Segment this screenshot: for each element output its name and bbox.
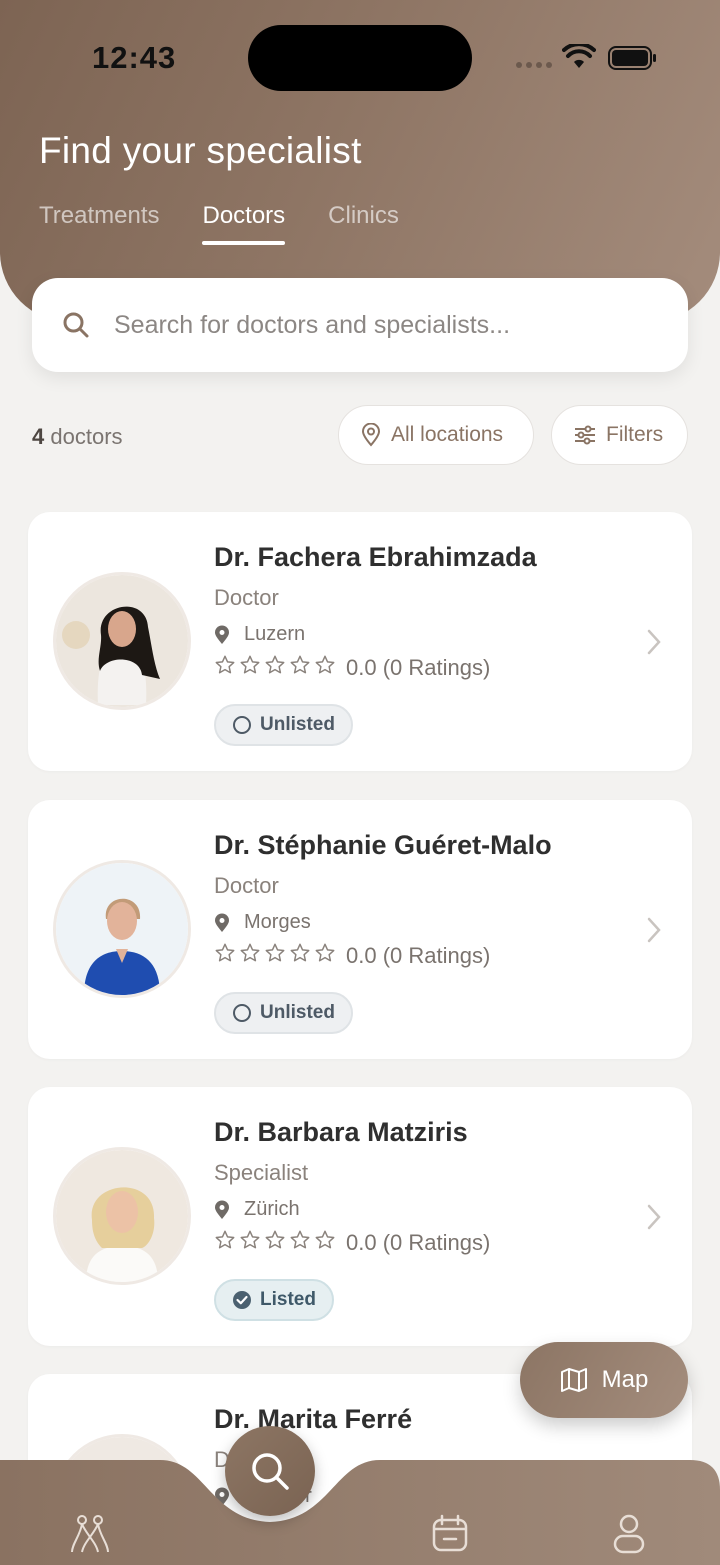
dynamic-island bbox=[248, 25, 472, 91]
star-icon bbox=[264, 942, 286, 970]
status-badge: Listed bbox=[214, 1279, 334, 1321]
doctor-role: Doctor bbox=[214, 873, 279, 898]
result-count: 4 doctors bbox=[32, 424, 123, 450]
star-icon bbox=[239, 1229, 261, 1257]
result-count-label: doctors bbox=[50, 424, 123, 449]
doctor-location-label: Luzern bbox=[244, 623, 306, 645]
avatar bbox=[53, 1147, 191, 1285]
search-input[interactable] bbox=[114, 310, 634, 340]
filters-button[interactable]: Filters bbox=[551, 405, 688, 465]
wifi-icon bbox=[562, 44, 596, 68]
doctor-card[interactable]: Dr. Barbara Matziris Specialist Zürich 0… bbox=[28, 1087, 692, 1346]
battery-icon bbox=[608, 46, 656, 70]
doctor-role: Specialist bbox=[214, 1160, 309, 1185]
search-icon bbox=[63, 312, 89, 338]
status-badge: Unlisted bbox=[214, 704, 353, 746]
avatar bbox=[53, 572, 191, 710]
star-icon bbox=[289, 1229, 311, 1257]
star-rating bbox=[214, 1229, 336, 1257]
doctor-name: Dr. Barbara Matziris bbox=[214, 1117, 468, 1147]
star-icon bbox=[314, 942, 336, 970]
doctor-rating: 0.0 (0 Ratings) bbox=[214, 942, 490, 970]
star-icon bbox=[214, 654, 236, 682]
profile-icon[interactable] bbox=[612, 1514, 646, 1554]
home-icon[interactable] bbox=[68, 1514, 112, 1554]
sliders-icon bbox=[575, 425, 595, 445]
all-locations-button[interactable]: All locations bbox=[338, 405, 534, 465]
signal-icon bbox=[516, 62, 552, 68]
star-icon bbox=[314, 654, 336, 682]
page-title: Find your specialist bbox=[39, 130, 362, 171]
doctor-rating: 0.0 (0 Ratings) bbox=[214, 1229, 490, 1257]
doctor-location-label: Morges bbox=[244, 911, 311, 933]
star-icon bbox=[289, 654, 311, 682]
star-icon bbox=[314, 1229, 336, 1257]
map-button[interactable]: Map bbox=[520, 1342, 688, 1418]
status-badge-label: Unlisted bbox=[260, 714, 335, 735]
map-icon bbox=[560, 1368, 587, 1392]
star-icon bbox=[264, 1229, 286, 1257]
star-icon bbox=[239, 654, 261, 682]
location-pin-icon bbox=[215, 913, 229, 932]
search-bar bbox=[32, 278, 688, 372]
calendar-icon[interactable] bbox=[432, 1514, 468, 1552]
star-rating bbox=[214, 654, 336, 682]
status-badge-label: Listed bbox=[260, 1289, 316, 1310]
rating-text: 0.0 (0 Ratings) bbox=[346, 655, 491, 680]
result-count-number: 4 bbox=[32, 424, 45, 449]
status-time: 12:43 bbox=[92, 40, 177, 75]
all-locations-label: All locations bbox=[391, 423, 504, 446]
chevron-right-icon bbox=[647, 917, 661, 943]
search-fab-button[interactable] bbox=[225, 1426, 315, 1516]
star-icon bbox=[264, 654, 286, 682]
location-pin-icon bbox=[215, 625, 229, 644]
star-icon bbox=[239, 942, 261, 970]
doctor-location: Morges bbox=[214, 911, 311, 934]
location-pin-icon bbox=[215, 1200, 229, 1219]
star-icon bbox=[214, 942, 236, 970]
doctor-name: Dr. Fachera Ebrahimzada bbox=[214, 542, 537, 572]
status-badge-label: Unlisted bbox=[260, 1002, 335, 1023]
chevron-right-icon bbox=[647, 1204, 661, 1230]
check-circle-icon bbox=[233, 1291, 251, 1309]
map-button-label: Map bbox=[601, 1366, 649, 1393]
star-icon bbox=[214, 1229, 236, 1257]
bottom-nav bbox=[0, 1430, 720, 1565]
doctor-card[interactable]: Dr. Stéphanie Guéret-Malo Doctor Morges … bbox=[28, 800, 692, 1059]
star-rating bbox=[214, 942, 336, 970]
doctor-location: Zürich bbox=[214, 1198, 300, 1221]
tab-clinics[interactable]: Clinics bbox=[328, 202, 399, 230]
doctor-location: Luzern bbox=[214, 623, 305, 646]
doctor-role: Doctor bbox=[214, 585, 279, 610]
tab-treatments[interactable]: Treatments bbox=[39, 202, 159, 230]
status-badge: Unlisted bbox=[214, 992, 353, 1034]
search-icon bbox=[252, 1453, 289, 1490]
doctor-name: Dr. Stéphanie Guéret-Malo bbox=[214, 830, 552, 860]
doctor-card[interactable]: Dr. Fachera Ebrahimzada Doctor Luzern 0.… bbox=[28, 512, 692, 771]
rating-text: 0.0 (0 Ratings) bbox=[346, 1230, 491, 1255]
circle-icon bbox=[233, 1004, 251, 1022]
doctor-rating: 0.0 (0 Ratings) bbox=[214, 654, 490, 682]
rating-text: 0.0 (0 Ratings) bbox=[346, 943, 491, 968]
chevron-right-icon bbox=[647, 629, 661, 655]
avatar bbox=[53, 860, 191, 998]
tab-doctors[interactable]: Doctors bbox=[202, 202, 285, 245]
circle-icon bbox=[233, 716, 251, 734]
location-pin-icon bbox=[361, 423, 381, 447]
filters-label: Filters bbox=[606, 423, 664, 446]
tab-bar: Treatments Doctors Clinics bbox=[39, 202, 399, 245]
doctor-location-label: Zürich bbox=[244, 1198, 300, 1220]
star-icon bbox=[289, 942, 311, 970]
